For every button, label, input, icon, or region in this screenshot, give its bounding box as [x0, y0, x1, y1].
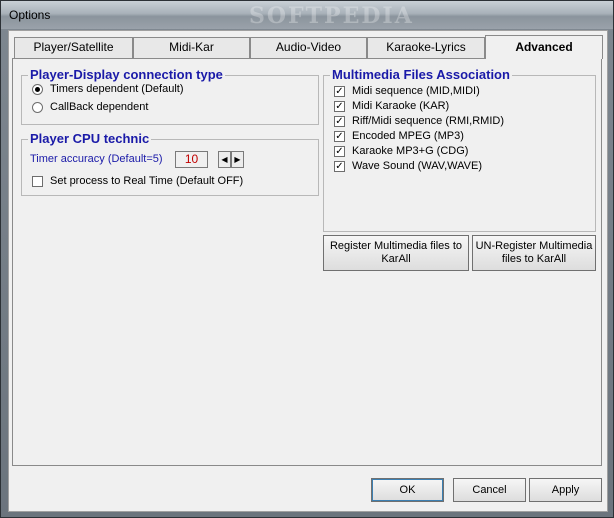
checkbox-midi-sequence[interactable]: ✓ Midi sequence (MID,MIDI) [334, 85, 480, 97]
spin-left-button[interactable]: ◀ [218, 151, 231, 168]
radio-indicator [32, 101, 43, 113]
radio-callback-dependent[interactable]: CallBack dependent [32, 101, 148, 113]
tab-audio-video[interactable]: Audio-Video [250, 37, 367, 58]
apply-button[interactable]: Apply [529, 478, 602, 502]
multimedia-group: Multimedia Files Association ✓ Midi seque… [323, 67, 596, 232]
arrow-right-icon: ▶ [234, 155, 241, 164]
checkbox-karaoke-mp3g[interactable]: ✓ Karaoke MP3+G (CDG) [334, 145, 468, 157]
advanced-panel: Player-Display connection type Timers de… [12, 58, 602, 466]
checkbox-wave-sound[interactable]: ✓ Wave Sound (WAV,WAVE) [334, 160, 482, 172]
dialog-client: Player/Satellite Midi-Kar Audio-Video Ka… [8, 30, 608, 512]
arrow-left-icon: ◀ [221, 155, 228, 164]
register-multimedia-button[interactable]: Register Multimedia files to KarAll [323, 235, 469, 271]
window-title: Options [9, 8, 51, 22]
checkbox-encoded-mpeg[interactable]: ✓ Encoded MPEG (MP3) [334, 130, 464, 142]
check-icon: ✓ [334, 160, 345, 172]
player-display-group: Player-Display connection type Timers de… [21, 67, 319, 125]
tab-advanced[interactable]: Advanced [485, 35, 603, 59]
tab-midi-kar[interactable]: Midi-Kar [133, 37, 250, 58]
check-icon: ✓ [334, 85, 345, 97]
cancel-button[interactable]: Cancel [453, 478, 526, 502]
check-icon: ✓ [334, 100, 345, 112]
watermark: SOFTPEDIA [249, 3, 414, 29]
tab-player-satellite[interactable]: Player/Satellite [14, 37, 133, 58]
checkbox-realtime[interactable]: Set process to Real Time (Default OFF) [32, 175, 243, 187]
timer-accuracy-label: Timer accuracy (Default=5) [30, 153, 163, 165]
spin-right-button[interactable]: ▶ [231, 151, 244, 168]
cpu-title: Player CPU technic [28, 131, 152, 146]
tab-karaoke-lyrics[interactable]: Karaoke-Lyrics [367, 37, 485, 58]
multimedia-title: Multimedia Files Association [330, 67, 512, 82]
radio-timers-dependent[interactable]: Timers dependent (Default) [32, 83, 184, 95]
check-icon: ✓ [334, 130, 345, 142]
check-icon: ✓ [334, 145, 345, 157]
unregister-multimedia-button[interactable]: UN-Register Multimedia files to KarAll [472, 235, 596, 271]
checkbox-midi-karaoke[interactable]: ✓ Midi Karaoke (KAR) [334, 100, 449, 112]
ok-button[interactable]: OK [371, 478, 444, 502]
checkbox-indicator [32, 175, 43, 187]
check-icon: ✓ [334, 115, 345, 127]
cpu-group: Player CPU technic Timer accuracy (Defau… [21, 131, 319, 196]
player-display-title: Player-Display connection type [28, 67, 225, 82]
options-window: Options SOFTPEDIA Player/Satellite Midi-… [0, 0, 614, 518]
checkbox-riff-midi[interactable]: ✓ Riff/Midi sequence (RMI,RMID) [334, 115, 504, 127]
title-bar[interactable]: Options SOFTPEDIA [1, 1, 613, 29]
timer-accuracy-input[interactable]: 10 [175, 151, 208, 168]
radio-indicator [32, 83, 43, 95]
